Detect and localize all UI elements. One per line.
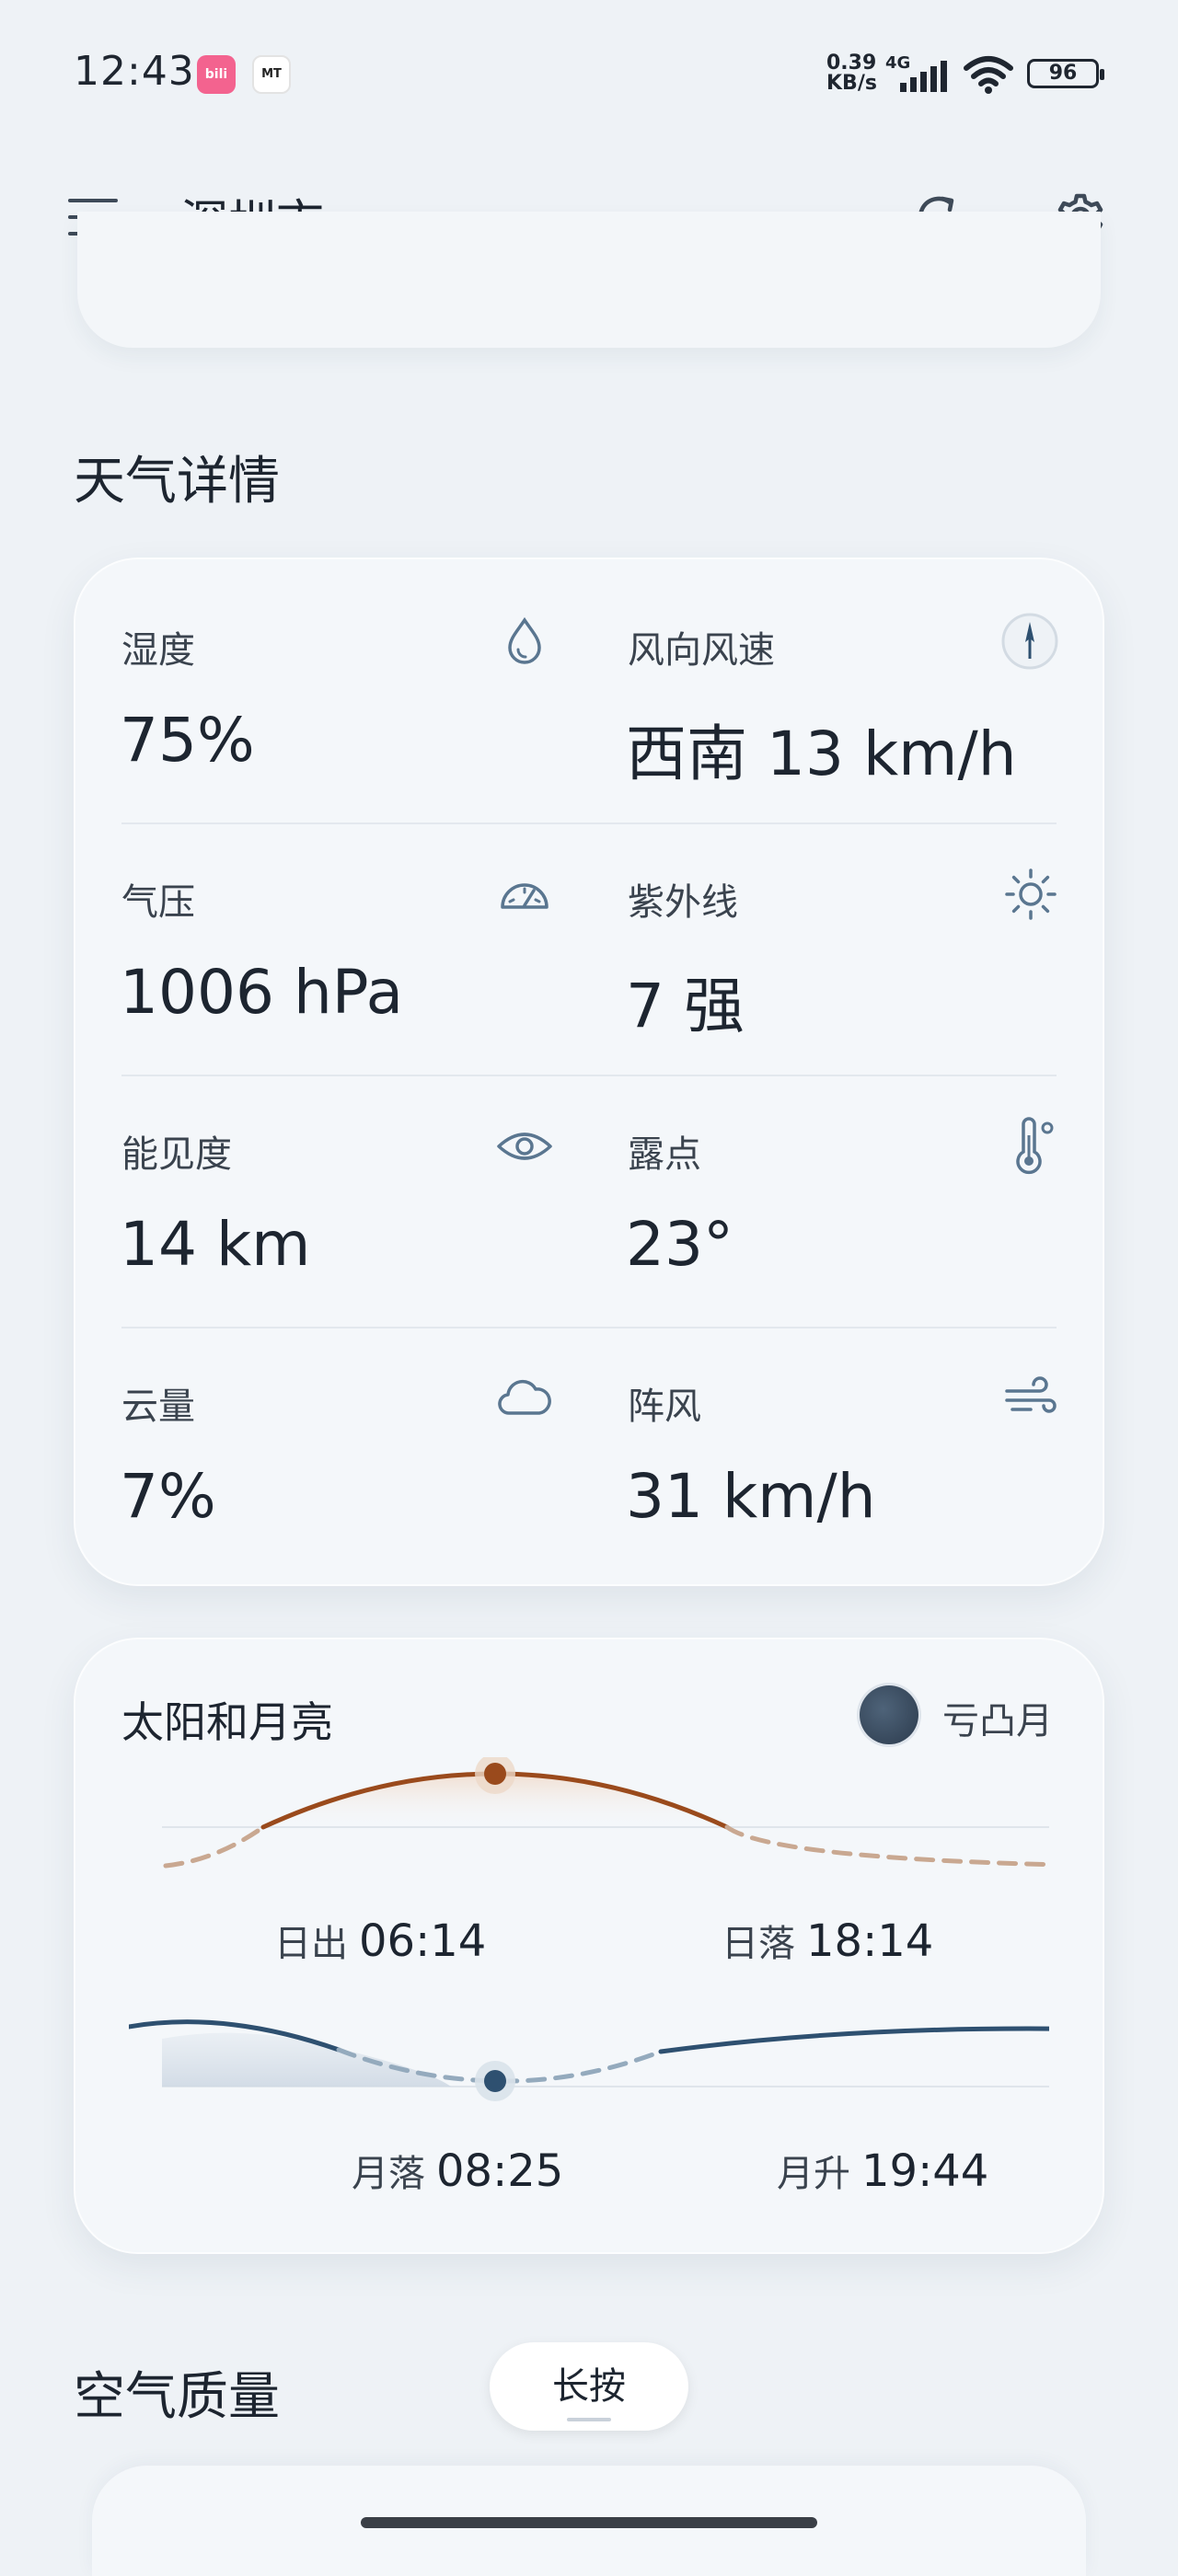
sunrise-time: 06:14 xyxy=(359,1915,487,1967)
detail-label: 露点 xyxy=(628,1133,701,1176)
sun-icon xyxy=(1005,868,1057,920)
divider xyxy=(121,822,1057,824)
weather-details-card: 湿度 75% 风向风速 西南 13 km/h 气压 1006 hPa 紫外线 7… xyxy=(74,558,1104,1586)
air-quality-title: 空气质量 xyxy=(74,2367,280,2427)
detail-value: 1006 hPa xyxy=(120,957,404,1028)
sun-night-curve-right xyxy=(724,1824,1049,1868)
sun-moon-card[interactable]: 太阳和月亮 亏凸月 日出 06:14 日落 18:14 月落 08:25 月升 … xyxy=(74,1638,1104,2254)
moonset: 月落 08:25 xyxy=(352,2144,563,2197)
moonrise: 月升 19:44 xyxy=(777,2144,988,2197)
divider xyxy=(121,1075,1057,1076)
status-bar: 12:43 bili MT 0.39 KB/s 4G 96 xyxy=(0,0,1178,138)
gauge-icon xyxy=(501,883,549,909)
detail-label: 湿度 xyxy=(121,629,195,672)
detail-value: 西南 13 km/h xyxy=(626,719,1017,789)
sun-position-marker xyxy=(484,1763,506,1785)
moonset-time: 08:25 xyxy=(436,2145,564,2197)
divider xyxy=(121,1327,1057,1328)
moon-position-marker xyxy=(484,2070,506,2092)
detail-label: 气压 xyxy=(121,881,195,924)
long-press-hint-chip[interactable]: 长按 xyxy=(490,2342,688,2431)
sunset: 日落 18:14 xyxy=(722,1914,933,1967)
detail-label: 云量 xyxy=(121,1386,195,1428)
wind-icon xyxy=(1005,1376,1057,1413)
cloud-icon xyxy=(498,1379,551,1415)
eye-icon xyxy=(497,1133,552,1160)
sunset-time: 18:14 xyxy=(806,1915,934,1967)
droplet-icon xyxy=(508,616,541,664)
detail-value: 7% xyxy=(120,1461,216,1532)
sun-moon-title: 太阳和月亮 xyxy=(121,1697,333,1747)
sun-moon-chart xyxy=(129,1757,1049,2101)
moonrise-label: 月升 xyxy=(777,2153,850,2195)
thermometer-icon xyxy=(1016,1117,1054,1175)
detail-label: 能见度 xyxy=(121,1133,232,1176)
detail-value: 7 强 xyxy=(626,971,745,1041)
net-speed: 0.39 KB/s xyxy=(826,53,877,94)
moonrise-time: 19:44 xyxy=(861,2145,989,2197)
net-speed-unit: KB/s xyxy=(826,72,877,95)
moon-phase-icon xyxy=(860,1685,918,1744)
moon-phase-label: 亏凸月 xyxy=(942,1700,1053,1742)
compass-icon xyxy=(1001,613,1058,670)
detail-value: 23° xyxy=(626,1209,733,1280)
mt-app-icon: MT xyxy=(252,55,291,94)
sunrise-label: 日出 xyxy=(274,1923,348,1965)
weather-details-title: 天气详情 xyxy=(74,452,280,512)
battery-indicator: 96 xyxy=(1027,59,1104,88)
sunset-label: 日落 xyxy=(722,1923,795,1965)
detail-label: 阵风 xyxy=(628,1386,701,1428)
status-time: 12:43 xyxy=(74,48,195,95)
detail-label: 紫外线 xyxy=(628,881,738,924)
detail-label: 风向风速 xyxy=(628,629,775,672)
detail-value: 31 km/h xyxy=(626,1461,876,1532)
home-indicator[interactable] xyxy=(361,2517,817,2528)
detail-value: 75% xyxy=(120,705,255,776)
wifi-icon xyxy=(964,56,1013,94)
previous-card-fragment xyxy=(77,212,1101,348)
sun-night-curve-left xyxy=(163,1824,266,1869)
sunrise: 日出 06:14 xyxy=(274,1914,486,1967)
signal-icon xyxy=(900,61,947,92)
bilibili-app-icon: bili xyxy=(197,55,236,94)
detail-value: 14 km xyxy=(120,1209,311,1280)
moonset-label: 月落 xyxy=(352,2153,425,2195)
